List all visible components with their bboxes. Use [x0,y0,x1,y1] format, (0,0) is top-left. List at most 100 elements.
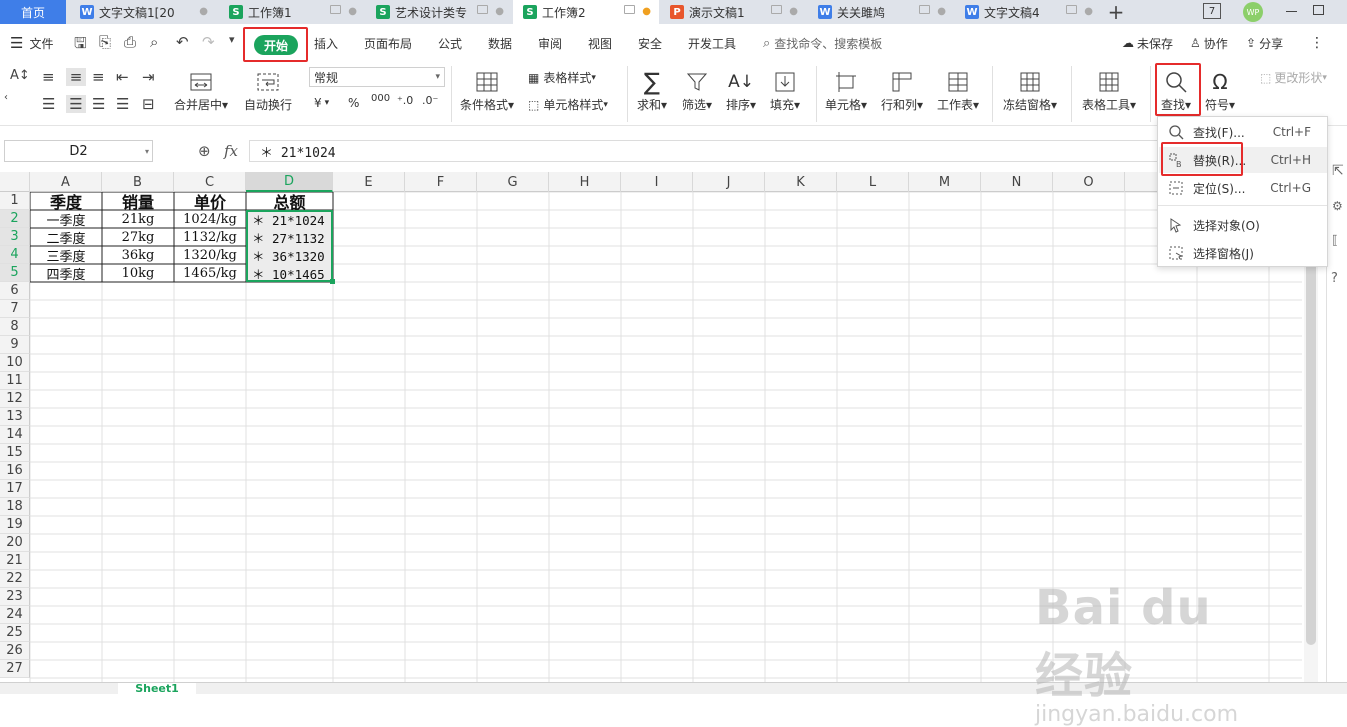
table-header-cell[interactable]: 季度 [30,192,102,212]
tab-doc-1[interactable]: W 文字文稿1[20 ● [70,0,216,24]
fill-button[interactable]: 填充▾ [770,68,800,113]
tab-home[interactable]: 首页 [0,0,66,24]
symbol-button[interactable]: Ω 符号▾ [1205,68,1235,113]
tab-workbook-1[interactable]: S 工作簿1 ● [219,0,365,24]
freeze-panes-button[interactable]: 冻结窗格▾ [1003,68,1057,113]
row-header-13[interactable]: 13 [0,408,30,426]
wrap-text-button[interactable]: 自动换行 [244,68,292,113]
window-count-badge[interactable]: 7 [1203,3,1221,19]
worksheet-button[interactable]: 工作表▾ [937,68,979,113]
tab-art-design[interactable]: S 艺术设计类专 ● [366,0,512,24]
row-header-21[interactable]: 21 [0,552,30,570]
currency-button[interactable]: ¥ ▾ [314,96,329,110]
cell-style-button[interactable]: ⬚ 单元格样式 ▾ [528,96,608,113]
column-header-e[interactable]: E [333,172,405,192]
decrease-decimal-icon[interactable]: .0⁻ [422,94,438,107]
tab-workbook-2[interactable]: S 工作簿2 ● [513,0,659,24]
justify-icon[interactable]: ☰ [116,95,129,113]
thousands-separator-button[interactable]: 000 [371,93,390,104]
menu-formulas[interactable]: 公式 [438,24,462,62]
increase-decimal-icon[interactable]: ⁺.0 [397,94,413,107]
row-header-19[interactable]: 19 [0,516,30,534]
row-header-4[interactable]: 4 [0,246,30,264]
row-header-1[interactable]: 1 [0,192,30,210]
column-header-i[interactable]: I [621,172,693,192]
table-header-cell[interactable]: 总额 [246,192,333,212]
command-search[interactable]: ⌕ 查找命令、搜索模板 [763,24,882,62]
increase-indent-icon[interactable]: ⇥ [142,68,155,86]
collaborate-button[interactable]: ♙ 协作 [1190,24,1228,62]
table-cell[interactable]: 1024/kg [174,210,246,228]
decrease-indent-icon[interactable]: ⇤ [116,68,129,86]
file-menu[interactable]: ☰ 文件 [10,24,53,62]
chevron-down-icon[interactable]: ▾ [229,33,235,46]
select-all-corner[interactable] [0,172,30,192]
menu-review[interactable]: 审阅 [538,24,562,62]
table-cell[interactable]: 10kg [102,264,174,282]
sort-button[interactable]: A↓ 排序▾ [726,68,756,113]
align-left-icon[interactable]: ☰ [42,95,55,113]
select-objects-menu-item[interactable]: 选择对象(O) [1159,212,1327,238]
sum-button[interactable]: ∑ 求和▾ [637,68,667,113]
minimize-icon[interactable] [1286,11,1297,12]
table-header-cell[interactable]: 单价 [174,192,246,212]
row-header-2[interactable]: 2 [0,210,30,228]
row-header-11[interactable]: 11 [0,372,30,390]
column-header-m[interactable]: M [909,172,981,192]
row-header-12[interactable]: 12 [0,390,30,408]
align-middle-icon[interactable]: ≡ [66,68,86,86]
table-cell[interactable]: 三季度 [30,246,102,265]
tab-presentation-1[interactable]: P 演示文稿1 ● [660,0,806,24]
table-cell[interactable]: 四季度 [30,264,102,283]
print-preview-icon[interactable]: ⌕ [150,33,158,51]
column-header-g[interactable]: G [477,172,549,192]
close-icon[interactable]: ● [348,6,357,17]
table-cell[interactable]: 36kg [102,246,174,264]
row-header-14[interactable]: 14 [0,426,30,444]
more-icon[interactable]: ⋮ [1310,24,1324,62]
menu-data[interactable]: 数据 [488,24,512,62]
row-header-23[interactable]: 23 [0,588,30,606]
unsaved-status[interactable]: ☁ 未保存 [1122,24,1173,62]
align-top-icon[interactable]: ≡ [42,68,55,86]
table-cell[interactable]: 1465/kg [174,264,246,282]
settings-sliders-icon[interactable]: ⚙ [1332,199,1343,213]
row-header-16[interactable]: 16 [0,462,30,480]
column-header-k[interactable]: K [765,172,837,192]
table-cell[interactable]: 27kg [102,228,174,246]
row-header-18[interactable]: 18 [0,498,30,516]
goto-menu-item[interactable]: 定位(S)... Ctrl+G [1159,175,1327,201]
print-icon[interactable]: ⎙ [124,33,136,51]
close-icon[interactable]: ● [495,6,504,17]
redo-icon[interactable]: ↷ [202,33,215,51]
row-header-22[interactable]: 22 [0,570,30,588]
unsaved-dot-icon[interactable]: ● [642,6,651,17]
font-size-icon[interactable]: A↕ [10,68,30,83]
row-header-10[interactable]: 10 [0,354,30,372]
percent-button[interactable]: % [348,96,359,110]
filter-button[interactable]: 筛选▾ [682,68,712,113]
table-cell[interactable]: 二季度 [30,228,102,247]
menu-developer[interactable]: 开发工具 [688,24,736,62]
menu-security[interactable]: 安全 [638,24,662,62]
menu-insert[interactable]: 插入 [314,24,338,62]
column-header-f[interactable]: F [405,172,477,192]
row-header-6[interactable]: 6 [0,282,30,300]
close-icon[interactable]: ● [1084,6,1093,17]
row-header-26[interactable]: 26 [0,642,30,660]
row-header-25[interactable]: 25 [0,624,30,642]
align-right-icon[interactable]: ☰ [92,95,105,113]
conditional-format-button[interactable]: 条件格式▾ [460,68,514,113]
row-header-17[interactable]: 17 [0,480,30,498]
find-button[interactable]: 查找▾ [1161,68,1191,113]
tab-doc-4[interactable]: W 文字文稿4 ● [955,0,1101,24]
close-icon[interactable]: ● [937,6,946,17]
undo-icon[interactable]: ↶ [176,33,189,51]
new-tab-button[interactable]: + [1102,0,1130,24]
column-header-j[interactable]: J [693,172,765,192]
export-pdf-icon[interactable]: ⎘ [99,33,111,51]
distributed-align-icon[interactable]: ⊟ [142,95,155,113]
table-cell[interactable]: 1320/kg [174,246,246,264]
help-icon[interactable]: ? [1331,271,1338,286]
share-button[interactable]: ⇪ 分享 [1246,24,1283,62]
